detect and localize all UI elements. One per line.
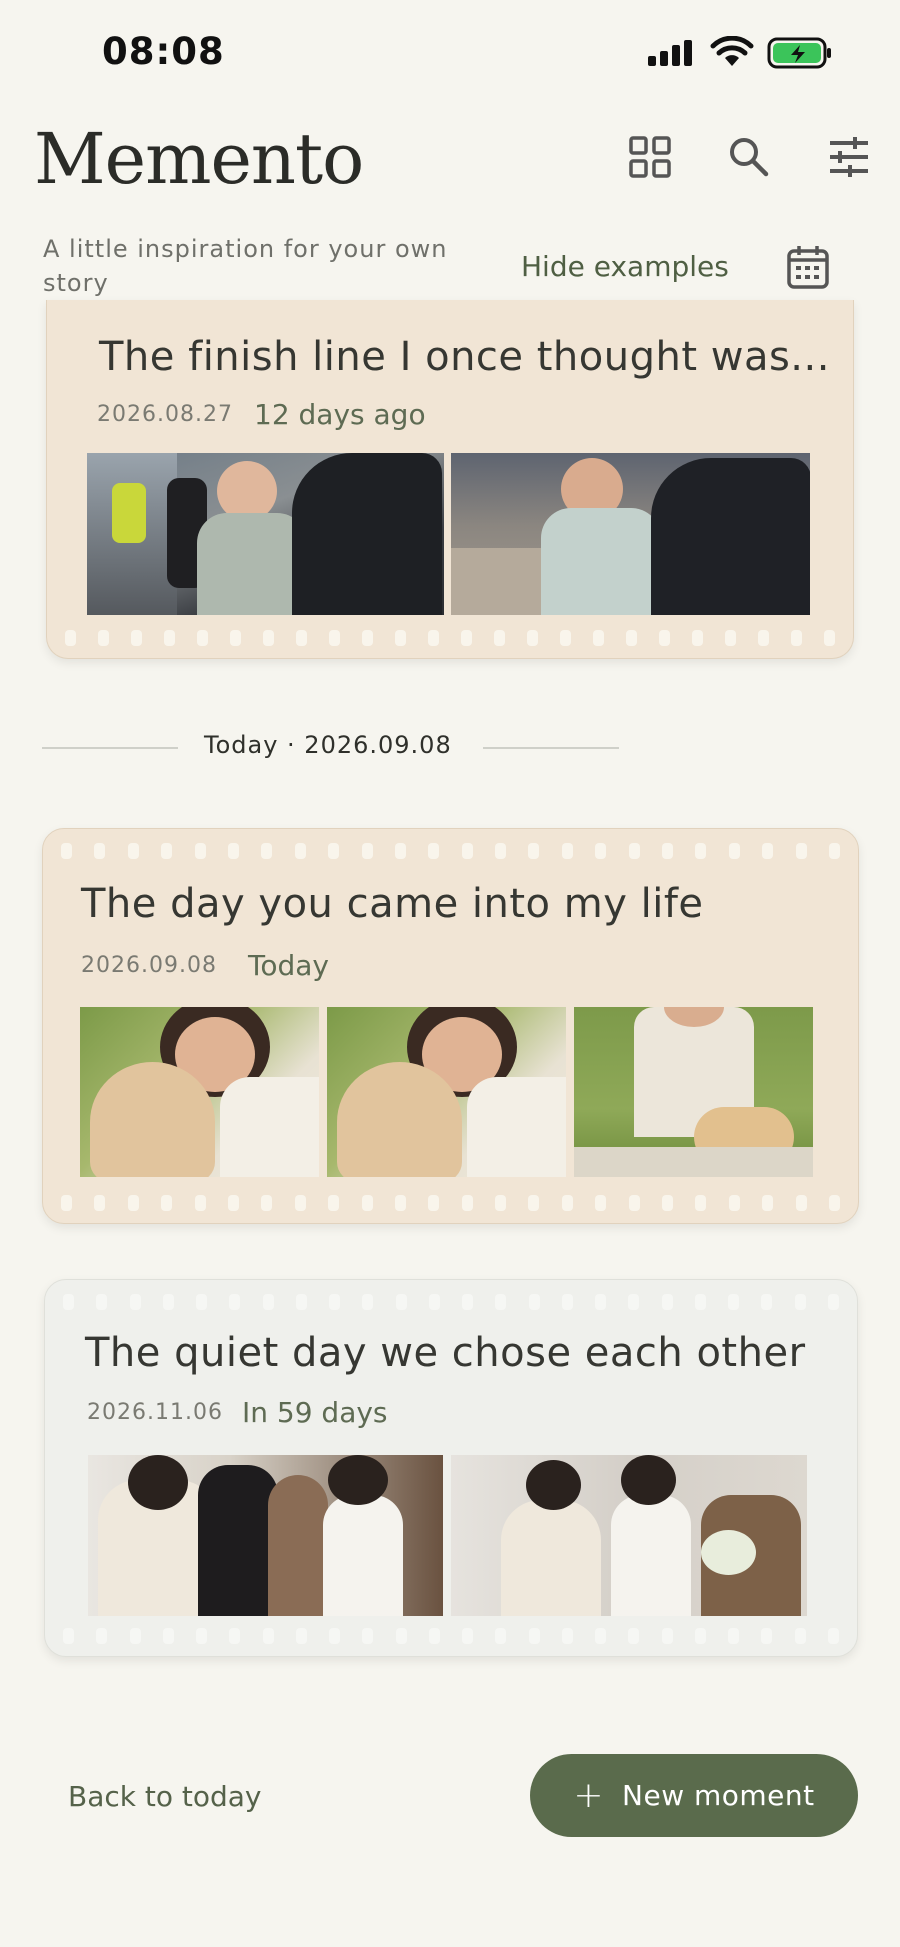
film-perforations: [45, 1628, 857, 1644]
moment-date: 2026.08.27: [97, 402, 233, 427]
inspiration-subtitle: A little inspiration for your own story: [43, 235, 448, 297]
battery-charging-icon: [767, 37, 831, 69]
photo-thumbnail[interactable]: [87, 453, 444, 615]
cellular-signal-icon: [648, 40, 692, 66]
hide-examples-button[interactable]: Hide examples: [521, 250, 729, 283]
moment-title: The quiet day we chose each other: [85, 1330, 806, 1376]
plus-icon: +: [573, 1775, 605, 1816]
film-perforations: [43, 1195, 858, 1211]
photo-thumbnail[interactable]: [451, 453, 810, 615]
status-time: 08:08: [102, 30, 225, 73]
divider-line: [42, 747, 178, 749]
photo-thumbnail[interactable]: [88, 1455, 443, 1616]
calendar-icon[interactable]: [786, 244, 830, 290]
new-moment-button[interactable]: + New moment: [530, 1754, 858, 1837]
moment-relative-date: 12 days ago: [254, 398, 426, 431]
film-perforations: [45, 1294, 857, 1310]
photo-thumbnail[interactable]: [327, 1007, 566, 1177]
filter-sliders-icon[interactable]: [826, 134, 872, 180]
moment-date: 2026.09.08: [81, 953, 217, 978]
photo-thumbnail[interactable]: [451, 1455, 807, 1616]
back-to-today-button[interactable]: Back to today: [68, 1780, 262, 1813]
moment-card[interactable]: The day you came into my life 2026.09.08…: [42, 828, 859, 1224]
film-perforations: [47, 630, 853, 646]
divider-line: [483, 747, 619, 749]
film-perforations: [43, 843, 858, 859]
moment-card[interactable]: The quiet day we chose each other 2026.1…: [44, 1279, 858, 1657]
today-divider-label: Today · 2026.09.08: [204, 731, 452, 759]
photo-thumbnail[interactable]: [574, 1007, 813, 1177]
moment-relative-date: Today: [248, 949, 329, 982]
photo-thumbnail[interactable]: [80, 1007, 319, 1177]
moment-title: The day you came into my life: [81, 881, 704, 927]
moment-relative-date: In 59 days: [242, 1396, 388, 1429]
moment-title: The finish line I once thought was...: [99, 334, 830, 380]
grid-icon[interactable]: [627, 134, 673, 180]
wifi-icon: [710, 36, 754, 66]
moment-card[interactable]: The finish line I once thought was... 20…: [46, 300, 854, 659]
app-title: Memento: [34, 118, 364, 200]
search-icon[interactable]: [726, 134, 772, 180]
moment-date: 2026.11.06: [87, 1400, 223, 1425]
new-moment-label: New moment: [622, 1779, 815, 1812]
status-bar: 08:08: [0, 0, 900, 105]
